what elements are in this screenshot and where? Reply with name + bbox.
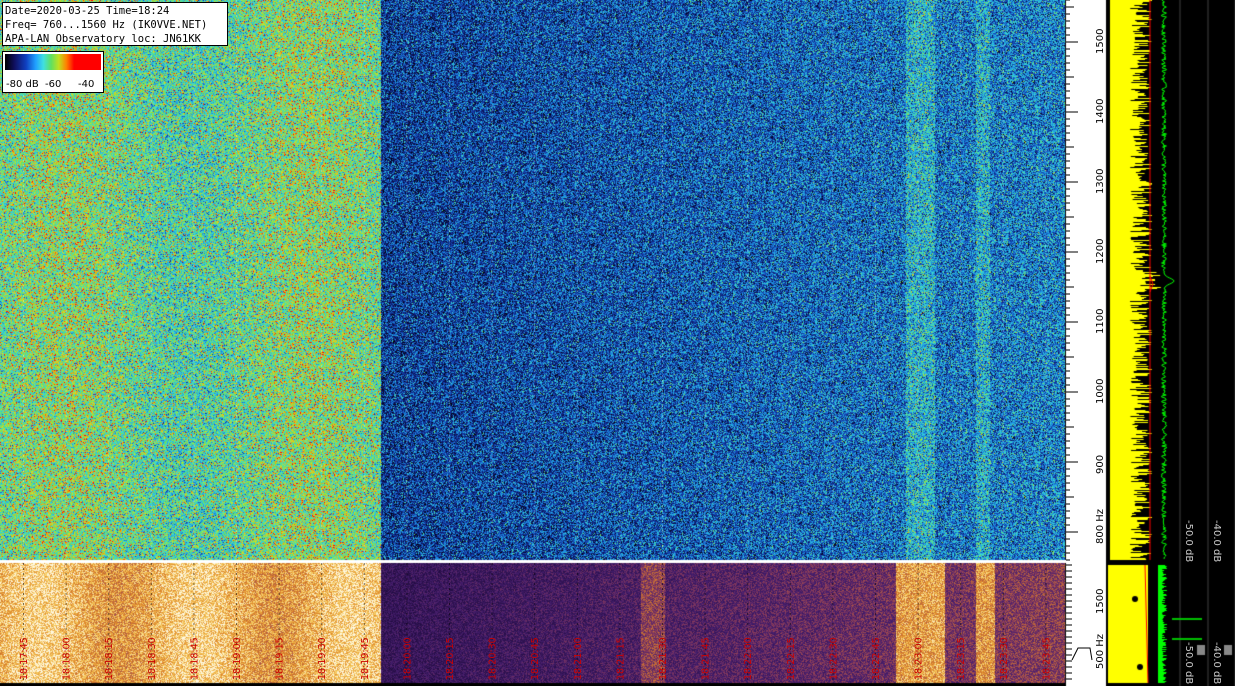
freq-range-text: Freq= 760...1560 Hz (IK0VVE.NET) [5,19,208,31]
spectrogram-canvas [0,0,1235,686]
color-scale-gradient [5,54,101,70]
scale-label-low: -80 dB [6,79,39,90]
date-time-text: Date=2020-03-25 Time=18:24 [5,5,170,17]
observatory-text: APA-LAN Observatory loc: JN61KK [5,33,201,45]
scale-label-mid: -60 [45,79,62,90]
info-header: Date=2020-03-25 Time=18:24 Freq= 760...1… [2,2,228,46]
color-scale-legend: -80 dB -60 -40 [2,51,104,93]
scale-label-high: -40 [78,79,95,90]
